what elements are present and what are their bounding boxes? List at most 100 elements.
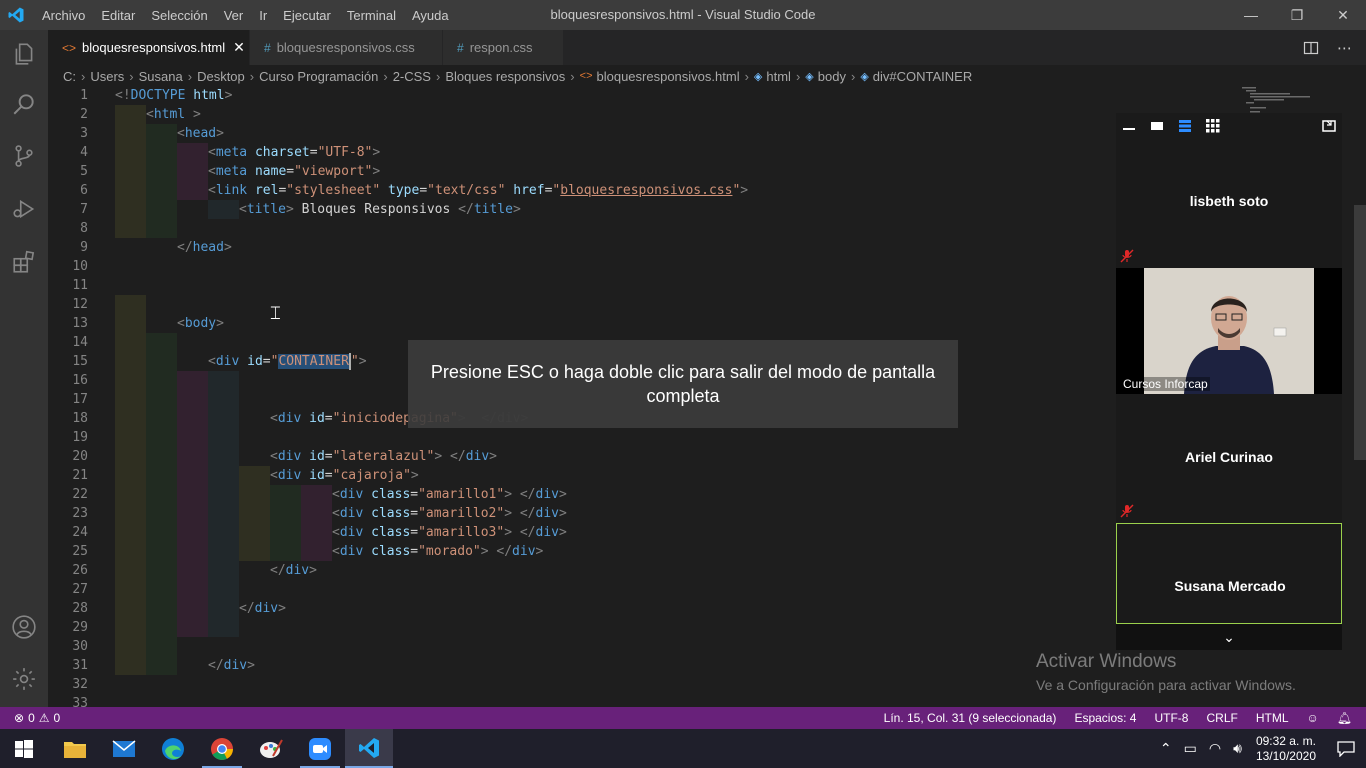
volume-icon[interactable]: 🔊︎ — [1233, 740, 1242, 757]
breadcrumb-item[interactable]: div#CONTAINER — [873, 69, 972, 84]
menu-editar[interactable]: Editar — [93, 8, 143, 23]
line-number: 20 — [72, 449, 88, 464]
breadcrumb-item[interactable]: Users — [90, 69, 124, 84]
line-number: 16 — [72, 373, 88, 388]
battery-icon[interactable]: ▭ — [1184, 740, 1197, 757]
line-number: 6 — [80, 183, 88, 198]
breadcrumb: C: › Users › Susana › Desktop › Curso Progra… — [48, 65, 1366, 87]
speaker-view-icon[interactable] — [1150, 119, 1164, 133]
extensions-icon[interactable] — [0, 238, 48, 286]
notifications-bell-icon[interactable]: 🔔︎ — [1337, 711, 1352, 725]
system-tray: ⌃ ▭ ◠ 🔊︎ 09:32 a. m. 13/10/2020 — [1154, 729, 1366, 768]
breadcrumb-item[interactable]: C: — [63, 69, 76, 84]
line-number: 29 — [72, 620, 88, 635]
scrollbar-thumb[interactable] — [1354, 205, 1366, 460]
restore-button[interactable]: ❐ — [1274, 0, 1320, 30]
line-number: 1 — [80, 88, 88, 103]
wifi-icon[interactable]: ◠ — [1209, 740, 1221, 757]
breadcrumb-item[interactable]: Bloques responsivos — [445, 69, 565, 84]
language-mode[interactable]: HTML — [1256, 711, 1289, 725]
line-number: 14 — [72, 335, 88, 350]
editor-actions: ⋯ — [1303, 30, 1352, 65]
status-bar: ⊗ 0 ⚠ 0 Lín. 15, Col. 31 (9 seleccionada… — [0, 707, 1366, 729]
css-file-icon: # — [264, 40, 271, 55]
tab-label: bloquesresponsivos.css — [276, 40, 415, 55]
active-speaker-tile[interactable]: Susana Mercado — [1116, 523, 1342, 624]
vscode-logo-icon[interactable] — [7, 6, 25, 24]
line-number: 30 — [72, 639, 88, 654]
line-number: 26 — [72, 563, 88, 578]
chevron-down-icon[interactable]: ⌄ — [1116, 624, 1342, 650]
minimize-panel-icon[interactable] — [1122, 119, 1136, 133]
code-line: <html > — [146, 107, 201, 122]
end-of-line[interactable]: CRLF — [1206, 711, 1237, 725]
menu-ir[interactable]: Ir — [251, 8, 275, 23]
tab-bloquesresponsivos-html[interactable]: <> bloquesresponsivos.html ✕ — [48, 30, 249, 65]
line-number: 4 — [80, 145, 88, 160]
problems-indicator[interactable]: ⊗ 0 ⚠ 0 — [14, 707, 60, 729]
close-tab-icon[interactable]: ✕ — [233, 39, 245, 56]
run-debug-icon[interactable] — [0, 185, 48, 233]
line-number: 27 — [72, 582, 88, 597]
chevron-up-icon[interactable]: ⌃ — [1160, 740, 1172, 757]
chrome-icon[interactable] — [198, 729, 246, 768]
strip-view-icon[interactable] — [1178, 119, 1192, 133]
breadcrumb-item[interactable]: body — [818, 69, 846, 84]
start-icon[interactable] — [0, 729, 48, 768]
menu-ayuda[interactable]: Ayuda — [404, 8, 457, 23]
tab-bloquesresponsivos-css[interactable]: # bloquesresponsivos.css — [250, 30, 442, 65]
breadcrumb-item[interactable]: Curso Programación — [259, 69, 378, 84]
menu-ver[interactable]: Ver — [216, 8, 252, 23]
split-editor-icon[interactable] — [1303, 40, 1319, 56]
minimize-button[interactable]: — — [1228, 0, 1274, 30]
menu-archivo[interactable]: Archivo — [34, 8, 93, 23]
menu-seleccion[interactable]: Selección — [143, 8, 215, 23]
zoom-participants-panel: lisbeth soto Cursos Inforcap Ariel Curin… — [1116, 113, 1342, 650]
editor-tabs: <> bloquesresponsivos.html ✕ # bloquesre… — [48, 30, 1366, 65]
activate-windows-watermark: Activar Windows Ve a Configuración para … — [1036, 651, 1296, 693]
zoom-icon[interactable] — [296, 729, 344, 768]
source-control-icon[interactable] — [0, 132, 48, 180]
line-number: 10 — [72, 259, 88, 274]
search-icon[interactable] — [0, 80, 48, 128]
gallery-view-icon[interactable] — [1206, 119, 1220, 133]
file-explorer-icon[interactable] — [51, 729, 99, 768]
encoding[interactable]: UTF-8 — [1154, 711, 1188, 725]
clock[interactable]: 09:32 a. m. 13/10/2020 — [1256, 734, 1316, 764]
error-count: 0 — [28, 711, 35, 725]
breadcrumb-item[interactable]: html — [766, 69, 791, 84]
explorer-icon[interactable] — [0, 30, 48, 78]
date: 13/10/2020 — [1255, 748, 1316, 763]
cursor-position[interactable]: Lín. 15, Col. 31 (9 seleccionada) — [884, 711, 1057, 725]
feedback-icon[interactable]: ☺ — [1307, 711, 1319, 725]
element-icon: ◈ — [860, 70, 869, 83]
mail-icon[interactable] — [100, 729, 148, 768]
indentation[interactable]: Espacios: 4 — [1074, 711, 1136, 725]
breadcrumb-item[interactable]: bloquesresponsivos.html — [597, 69, 740, 84]
paint-icon[interactable] — [247, 729, 295, 768]
action-center-icon[interactable] — [1326, 729, 1366, 768]
exit-minimized-icon[interactable] — [1322, 119, 1336, 133]
css-file-icon: # — [457, 40, 464, 55]
line-number: 24 — [72, 525, 88, 540]
menu-terminal[interactable]: Terminal — [339, 8, 404, 23]
menu-ejecutar[interactable]: Ejecutar — [275, 8, 339, 23]
edge-icon[interactable] — [149, 729, 197, 768]
account-icon[interactable] — [0, 603, 48, 651]
vscode-icon[interactable] — [345, 729, 393, 768]
breadcrumb-item[interactable]: Desktop — [197, 69, 245, 84]
tab-respon-css[interactable]: # respon.css — [443, 30, 563, 65]
line-number: 25 — [72, 544, 88, 559]
close-window-button[interactable]: ✕ — [1320, 0, 1366, 30]
more-actions-icon[interactable]: ⋯ — [1337, 39, 1352, 57]
breadcrumb-item[interactable]: Susana — [139, 69, 183, 84]
vertical-scrollbar[interactable] — [1354, 87, 1366, 707]
line-number: 3 — [80, 126, 88, 141]
line-number: 12 — [72, 297, 88, 312]
breadcrumb-item[interactable]: 2-CSS — [393, 69, 431, 84]
line-number: 28 — [72, 601, 88, 616]
zoom-view-toolbar — [1116, 113, 1342, 139]
line-number: 19 — [72, 430, 88, 445]
participant-video[interactable]: Cursos Inforcap — [1116, 268, 1342, 394]
settings-gear-icon[interactable] — [0, 655, 48, 703]
